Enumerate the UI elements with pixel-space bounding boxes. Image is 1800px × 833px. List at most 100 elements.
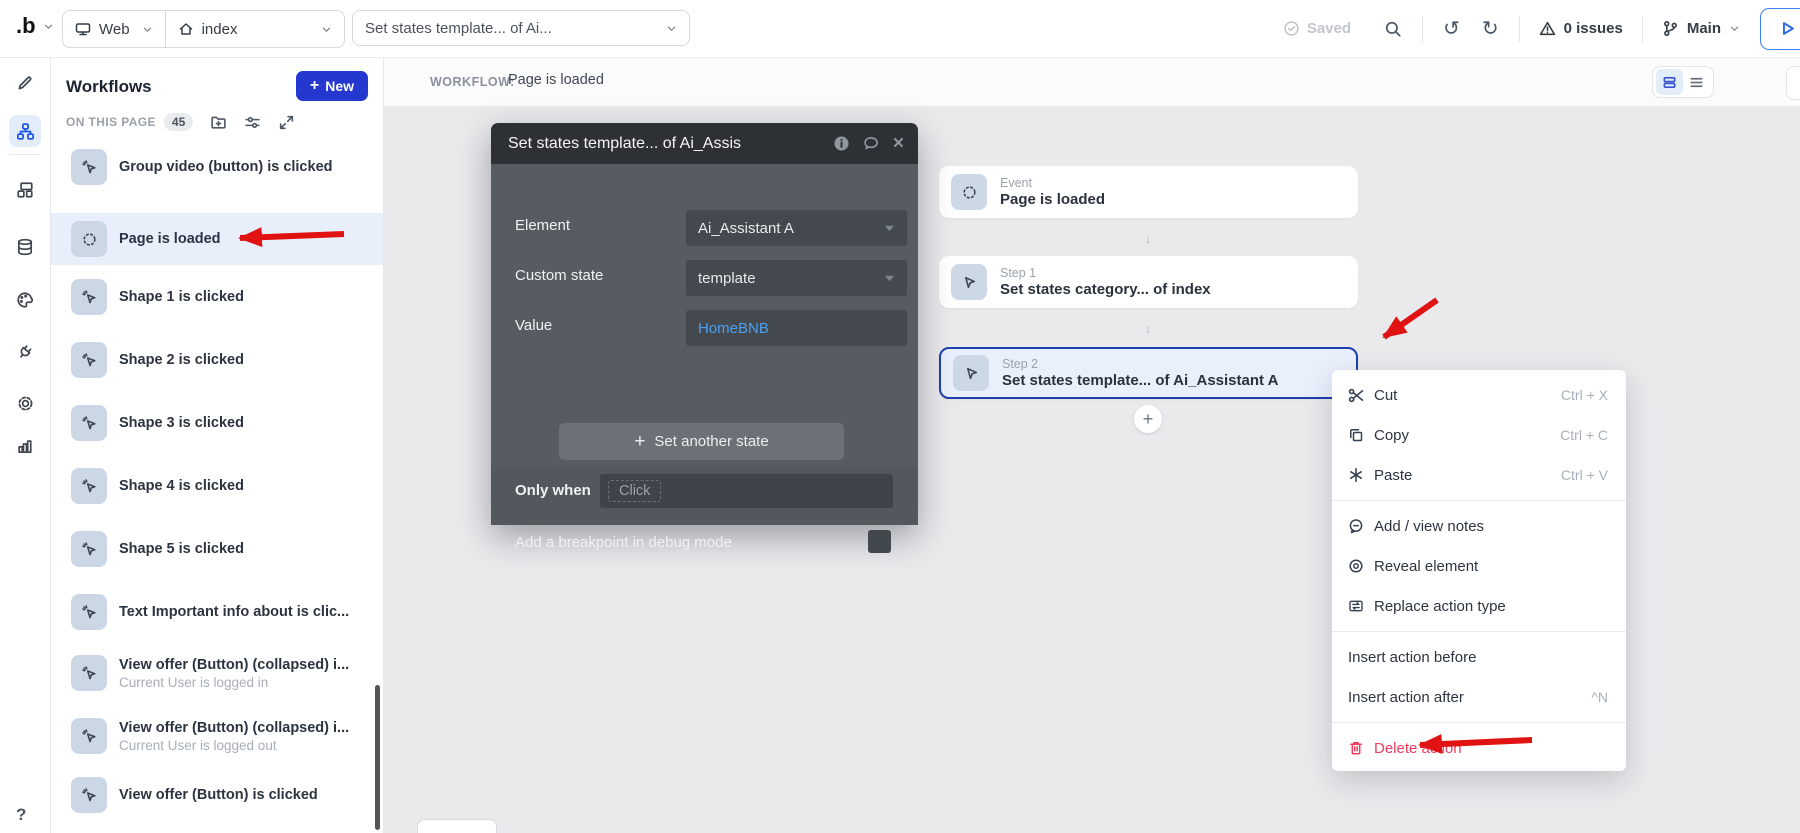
element-value: Ai_Assistant A — [698, 220, 794, 237]
node-title: Page is loaded — [1000, 191, 1105, 208]
menu-item-insert-after[interactable]: Insert action after ^N — [1332, 677, 1626, 717]
settings-gear-icon[interactable] — [9, 387, 41, 419]
branch-label: Main — [1687, 20, 1721, 37]
breakpoint-checkbox[interactable] — [868, 530, 891, 553]
workflow-selector-dropdown[interactable]: Set states template... of Ai... — [352, 10, 690, 46]
menu-item-notes[interactable]: Add / view notes — [1332, 506, 1626, 546]
logs-chart-icon[interactable] — [9, 430, 41, 462]
workflow-node-step1[interactable]: Step 1 Set states category... of index — [939, 256, 1358, 308]
menu-item-label: Insert action before — [1348, 649, 1476, 666]
menu-item-copy[interactable]: Copy Ctrl + C — [1332, 415, 1626, 455]
menu-item-paste[interactable]: Paste Ctrl + V — [1332, 455, 1626, 495]
menu-item-cut[interactable]: Cut Ctrl + X — [1332, 375, 1626, 415]
chevron-down-icon — [321, 24, 332, 35]
help-icon[interactable]: ? — [16, 805, 26, 825]
chevron-down-icon — [884, 274, 895, 283]
modal-title: Set states template... of Ai_Assis — [508, 135, 741, 153]
page-dropdown[interactable]: index — [166, 11, 344, 47]
plus-icon: + — [310, 77, 319, 95]
workflow-list-item-selected[interactable]: Page is loaded — [50, 213, 383, 265]
list-view-icon[interactable] — [1683, 69, 1710, 95]
workflow-tab-icon[interactable] — [9, 115, 41, 147]
reusable-elements-icon[interactable] — [9, 174, 41, 206]
platform-dropdown[interactable]: Web — [63, 11, 165, 47]
click-event-icon — [71, 531, 107, 567]
undo-button[interactable]: ↺ — [1443, 19, 1460, 39]
workflow-item-label: Shape 2 is clicked — [119, 352, 244, 368]
menu-item-delete-action[interactable]: Delete action — [1332, 728, 1626, 768]
workflow-node-step2-selected[interactable]: Step 2 Set states template... of Ai_Assi… — [939, 347, 1358, 399]
menu-item-label: Delete action — [1374, 740, 1462, 757]
modal-body: Element Ai_Assistant A Custom state temp… — [491, 164, 918, 525]
action-cursor-icon — [953, 355, 989, 391]
divider — [9, 154, 41, 155]
clipped-toolbar-button[interactable] — [1786, 66, 1800, 100]
close-icon[interactable]: × — [893, 133, 904, 155]
redo-button[interactable]: ↻ — [1482, 19, 1499, 39]
preview-play-button[interactable] — [1760, 8, 1800, 50]
workflow-list-item[interactable]: Shape 5 is clicked — [50, 523, 383, 575]
custom-state-dropdown[interactable]: template — [686, 260, 907, 296]
home-icon — [178, 21, 194, 37]
filter-sliders-icon[interactable] — [244, 114, 261, 131]
section-label: ON THIS PAGE — [66, 115, 156, 129]
new-workflow-button[interactable]: + New — [296, 71, 368, 101]
bubble-logo-menu[interactable]: .b — [16, 13, 54, 39]
menu-divider — [1332, 500, 1626, 501]
value-expression[interactable]: HomeBNB — [698, 320, 769, 337]
canvas-bottom-control[interactable] — [417, 819, 497, 833]
workflow-node-event[interactable]: Event Page is loaded — [939, 166, 1358, 218]
expand-icon[interactable] — [278, 114, 295, 131]
node-title: Set states category... of index — [1000, 281, 1211, 298]
workflow-selector-label: Set states template... of Ai... — [365, 20, 552, 37]
add-action-button[interactable]: + — [1134, 405, 1162, 433]
info-icon[interactable] — [833, 135, 850, 152]
element-label: Element — [515, 217, 570, 234]
set-another-state-button[interactable]: + Set another state — [559, 423, 844, 460]
database-icon[interactable] — [9, 231, 41, 263]
platform-label: Web — [99, 21, 130, 38]
menu-item-label: Add / view notes — [1374, 518, 1484, 535]
canvas-header: WORKFLOW: Page is loaded — [384, 57, 1800, 106]
workflow-list-item[interactable]: View offer (Button) is clicked — [50, 769, 383, 821]
click-event-icon — [71, 149, 107, 185]
node-kind-label: Step 2 — [1002, 357, 1278, 371]
design-pencil-icon[interactable] — [9, 67, 41, 99]
workflow-item-condition: Current User is logged in — [119, 675, 349, 690]
issues-indicator[interactable]: 0 issues — [1539, 20, 1623, 37]
save-status: Saved — [1283, 20, 1351, 37]
value-expression-field[interactable]: HomeBNB — [686, 310, 907, 346]
left-icon-rail: ? — [0, 57, 51, 833]
workflow-list-item[interactable]: Text Important info about is clic... — [50, 586, 383, 638]
custom-state-value: template — [698, 270, 756, 287]
only-when-placeholder[interactable]: Click — [608, 480, 661, 502]
branch-selector[interactable]: Main — [1662, 20, 1740, 37]
bubble-editor: .b Web index Set states template... of A… — [0, 0, 1800, 833]
node-kind-label: Step 1 — [1000, 266, 1211, 280]
menu-item-insert-before[interactable]: Insert action before — [1332, 637, 1626, 677]
card-view-icon[interactable] — [1656, 69, 1683, 95]
search-icon[interactable] — [1384, 20, 1402, 38]
workflow-list-item[interactable]: Shape 2 is clicked — [50, 334, 383, 386]
workflow-list-item[interactable]: Shape 3 is clicked — [50, 397, 383, 449]
workflow-list-item[interactable]: View offer (Button) (collapsed) i... Cur… — [50, 643, 383, 703]
value-label: Value — [515, 317, 552, 334]
page-label: index — [202, 21, 238, 38]
panel-scrollbar[interactable] — [375, 685, 380, 830]
comment-icon[interactable] — [863, 135, 880, 152]
click-event-icon — [71, 718, 107, 754]
element-dropdown[interactable]: Ai_Assistant A — [686, 210, 907, 246]
workflow-list-item[interactable]: Group video (button) is clicked — [50, 141, 383, 193]
only-when-input[interactable]: Click — [600, 474, 893, 508]
styles-palette-icon[interactable] — [9, 284, 41, 316]
workflow-list-item[interactable]: Shape 1 is clicked — [50, 271, 383, 323]
menu-item-reveal[interactable]: Reveal element — [1332, 546, 1626, 586]
menu-item-shortcut: Ctrl + V — [1561, 467, 1608, 483]
menu-item-replace[interactable]: Replace action type — [1332, 586, 1626, 626]
add-folder-icon[interactable] — [210, 114, 227, 131]
plugins-plug-icon[interactable] — [9, 336, 41, 368]
modal-header[interactable]: Set states template... of Ai_Assis × — [491, 123, 918, 164]
workflows-panel: Workflows + New ON THIS PAGE 45 Group vi… — [50, 57, 384, 833]
workflow-list-item[interactable]: Shape 4 is clicked — [50, 460, 383, 512]
workflow-list-item[interactable]: View offer (Button) (collapsed) i... Cur… — [50, 706, 383, 766]
